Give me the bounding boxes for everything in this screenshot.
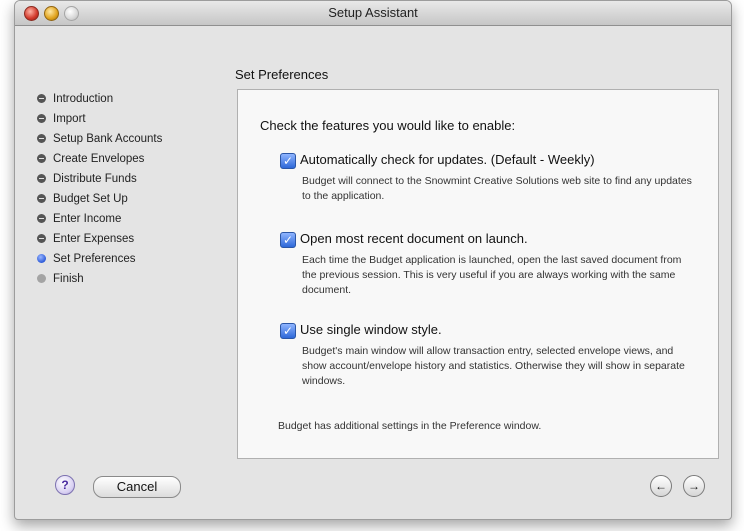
step-label: Introduction [53, 93, 114, 105]
step-label: Set Preferences [53, 253, 136, 265]
help-button[interactable]: ? [55, 475, 75, 495]
forward-arrow-icon: → [688, 479, 700, 493]
step-label: Budget Set Up [53, 193, 128, 205]
option-label[interactable]: Automatically check for updates. (Defaul… [300, 152, 595, 167]
preferences-panel: Check the features you would like to ena… [237, 89, 719, 459]
step-complete-icon [37, 94, 46, 103]
step-item: Distribute Funds [37, 169, 162, 189]
step-complete-icon [37, 114, 46, 123]
back-arrow-icon: ← [655, 479, 667, 493]
step-label: Finish [53, 273, 84, 285]
step-label: Distribute Funds [53, 173, 137, 185]
step-item: Finish [37, 269, 162, 289]
step-complete-icon [37, 134, 46, 143]
forward-button[interactable]: → [683, 475, 705, 497]
title-bar[interactable]: Setup Assistant [15, 1, 731, 26]
option-description: Each time the Budget application is laun… [302, 254, 682, 296]
step-current-icon [37, 254, 46, 263]
option-description: Budget's main window will allow transact… [302, 345, 685, 387]
step-complete-icon [37, 214, 46, 223]
setup-assistant-window: Setup Assistant Introduction Import Setu… [14, 0, 732, 520]
step-list: Introduction Import Setup Bank Accounts … [37, 89, 162, 289]
open-recent-checkbox[interactable]: ✓ [280, 232, 296, 248]
cancel-button[interactable]: Cancel [93, 476, 181, 498]
step-label: Create Envelopes [53, 153, 145, 165]
option-label[interactable]: Open most recent document on launch. [300, 231, 528, 246]
step-item-current: Set Preferences [37, 249, 162, 269]
step-item: Import [37, 109, 162, 129]
step-complete-icon [37, 174, 46, 183]
section-heading: Set Preferences [235, 67, 329, 82]
step-item: Enter Expenses [37, 229, 162, 249]
step-label: Enter Income [53, 213, 122, 225]
step-item: Create Envelopes [37, 149, 162, 169]
step-pending-icon [37, 274, 46, 283]
option-description: Budget will connect to the Snowmint Crea… [302, 175, 692, 202]
step-item: Enter Income [37, 209, 162, 229]
step-complete-icon [37, 154, 46, 163]
step-complete-icon [37, 194, 46, 203]
option-label[interactable]: Use single window style. [300, 322, 442, 337]
step-item: Introduction [37, 89, 162, 109]
window-title: Setup Assistant [328, 5, 418, 20]
step-label: Enter Expenses [53, 233, 135, 245]
back-button[interactable]: ← [650, 475, 672, 497]
step-label: Import [53, 113, 86, 125]
step-label: Setup Bank Accounts [53, 133, 163, 145]
step-complete-icon [37, 234, 46, 243]
step-item: Budget Set Up [37, 189, 162, 209]
single-window-checkbox[interactable]: ✓ [280, 323, 296, 339]
intro-text: Check the features you would like to ena… [260, 118, 516, 133]
auto-update-checkbox[interactable]: ✓ [280, 153, 296, 169]
footer-note: Budget has additional settings in the Pr… [278, 420, 542, 432]
step-item: Setup Bank Accounts [37, 129, 162, 149]
